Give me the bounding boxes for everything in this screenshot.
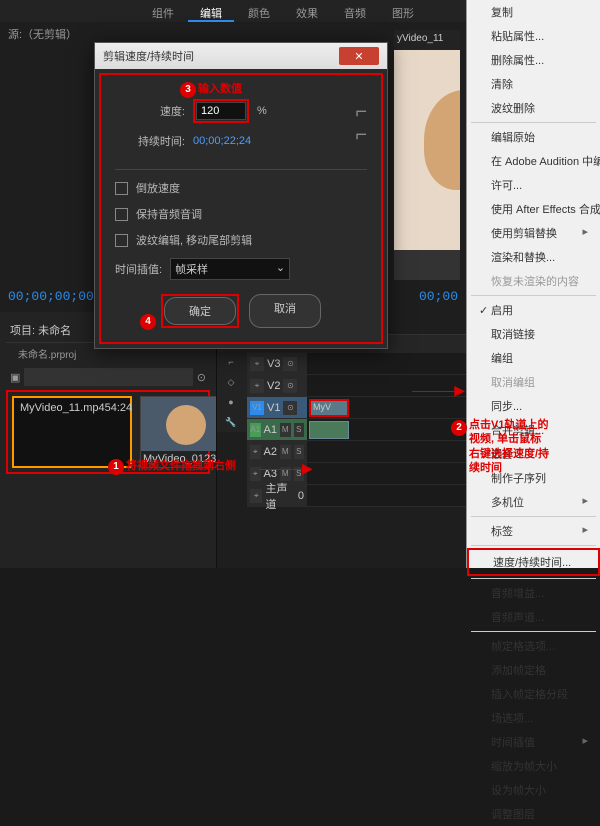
link-icon[interactable]: ⌐⌐ (355, 101, 367, 147)
reverse-checkbox[interactable] (115, 182, 128, 195)
timeline-tools: ⌐ ◇ ● 🔧 (217, 352, 247, 432)
interp-label: 时间插值: (115, 261, 162, 277)
ctx-item[interactable]: 速度/持续时间... (467, 548, 600, 576)
source-tc-left[interactable]: 00;00;00;00 (8, 289, 94, 304)
ctx-item[interactable]: 设为帧大小 (467, 778, 600, 802)
arrow-2: ———▶ (412, 382, 465, 399)
video-clip[interactable]: MyV (309, 399, 349, 417)
annotation-4: 4 (140, 312, 158, 330)
tab-assembly[interactable]: 组件 (140, 2, 186, 22)
ctx-item[interactable]: 复制 (467, 0, 600, 24)
tab-color[interactable]: 颜色 (236, 2, 282, 22)
pitch-checkbox[interactable] (115, 208, 128, 221)
ctx-item[interactable]: 编辑原始 (467, 125, 600, 149)
ctx-item[interactable]: 时间插值▸ (467, 730, 600, 754)
chevron-down-icon: ⌄ (276, 261, 285, 277)
annotation-3: 3输入数值 (180, 80, 242, 98)
ctx-item[interactable]: 插入帧定格分段 (467, 682, 600, 706)
ripple-checkbox[interactable] (115, 234, 128, 247)
ctx-item[interactable]: 取消链接 (467, 322, 600, 346)
ctx-item[interactable]: 粘贴属性... (467, 24, 600, 48)
speed-label: 速度: (115, 103, 185, 119)
context-menu: 复制粘贴属性...删除属性...清除波纹删除编辑原始在 Adobe Auditi… (466, 0, 600, 568)
timeline-panel: × 00;00;00;00 ;00;0000;00;32;00 ⌐ ◇ ● 🔧 … (216, 312, 466, 568)
project-search[interactable] (24, 368, 192, 386)
ctx-item[interactable]: 调整图层 (467, 802, 600, 826)
ctx-item[interactable]: 添加帧定格 (467, 658, 600, 682)
ctx-item[interactable]: 标签▸ (467, 519, 600, 543)
annotation-1: 1将视频文件拖拽到右侧 (108, 457, 236, 475)
ctx-item: 取消编组 (467, 370, 600, 394)
source-tc-right: 00;00 (419, 289, 458, 304)
ctx-item[interactable]: 清除 (467, 72, 600, 96)
tool-marker[interactable]: ● (217, 392, 245, 412)
program-monitor: yVideo_11 (394, 30, 460, 280)
tab-edit[interactable]: 编辑 (188, 2, 234, 22)
ctx-item[interactable]: 缩放为帧大小 (467, 754, 600, 778)
bin-icon[interactable]: ▣ (10, 371, 20, 384)
ok-button[interactable]: 确定 (164, 297, 236, 325)
tab-effects[interactable]: 效果 (284, 2, 330, 22)
tool-snap[interactable]: ⌐ (217, 352, 245, 372)
ctx-item[interactable]: 使用剪辑替换▸ (467, 221, 600, 245)
speed-input[interactable] (196, 102, 246, 120)
dialog-titlebar[interactable]: 剪辑速度/持续时间 ✕ (95, 43, 387, 69)
tool-wrench[interactable]: 🔧 (217, 412, 245, 432)
interp-select[interactable]: 帧采样⌄ (170, 258, 290, 280)
ctx-item[interactable]: 同步... (467, 394, 600, 418)
dialog-title: 剪辑速度/持续时间 (103, 48, 194, 64)
tab-audio[interactable]: 音频 (332, 2, 378, 22)
close-icon[interactable]: ✕ (339, 47, 379, 65)
ctx-item[interactable]: 波纹删除 (467, 96, 600, 120)
ctx-item[interactable]: 使用 After Effects 合成替换 (467, 197, 600, 221)
ctx-item: 恢复未渲染的内容 (467, 269, 600, 293)
arrow-1: ———▶ (260, 460, 313, 477)
tab-graphics[interactable]: 图形 (380, 2, 426, 22)
tracks: ⌖V3⊙ ⌖V2⊙ V1V1⊙MyV A1A1MS ⌖A2MS ⌖A3MS ⌖主… (247, 353, 466, 507)
cancel-button[interactable]: 取消 (249, 294, 321, 328)
annotation-2: 2 点击V1轨道上的视频, 单击鼠标右键选择速度/持续时间 (469, 418, 595, 475)
ctx-item[interactable]: 编组 (467, 346, 600, 370)
ctx-item[interactable]: 多机位▸ (467, 490, 600, 514)
search-icon[interactable]: ⊙ (197, 371, 206, 384)
ctx-item[interactable]: 音频增益... (467, 581, 600, 605)
tool-link[interactable]: ◇ (217, 372, 245, 392)
ctx-item[interactable]: 音频声道... (467, 605, 600, 629)
ctx-item[interactable]: ✓启用 (467, 298, 600, 322)
ctx-item[interactable]: 删除属性... (467, 48, 600, 72)
ctx-item[interactable]: 许可... (467, 173, 600, 197)
duration-label: 持续时间: (115, 133, 185, 149)
ctx-item[interactable]: 场选项... (467, 706, 600, 730)
duration-value[interactable]: 00;00;22;24 (193, 135, 251, 147)
ctx-item[interactable]: 在 Adobe Audition 中编辑剪辑 (467, 149, 600, 173)
ctx-item[interactable]: 渲染和替换... (467, 245, 600, 269)
ctx-item[interactable]: 帧定格选项... (467, 634, 600, 658)
